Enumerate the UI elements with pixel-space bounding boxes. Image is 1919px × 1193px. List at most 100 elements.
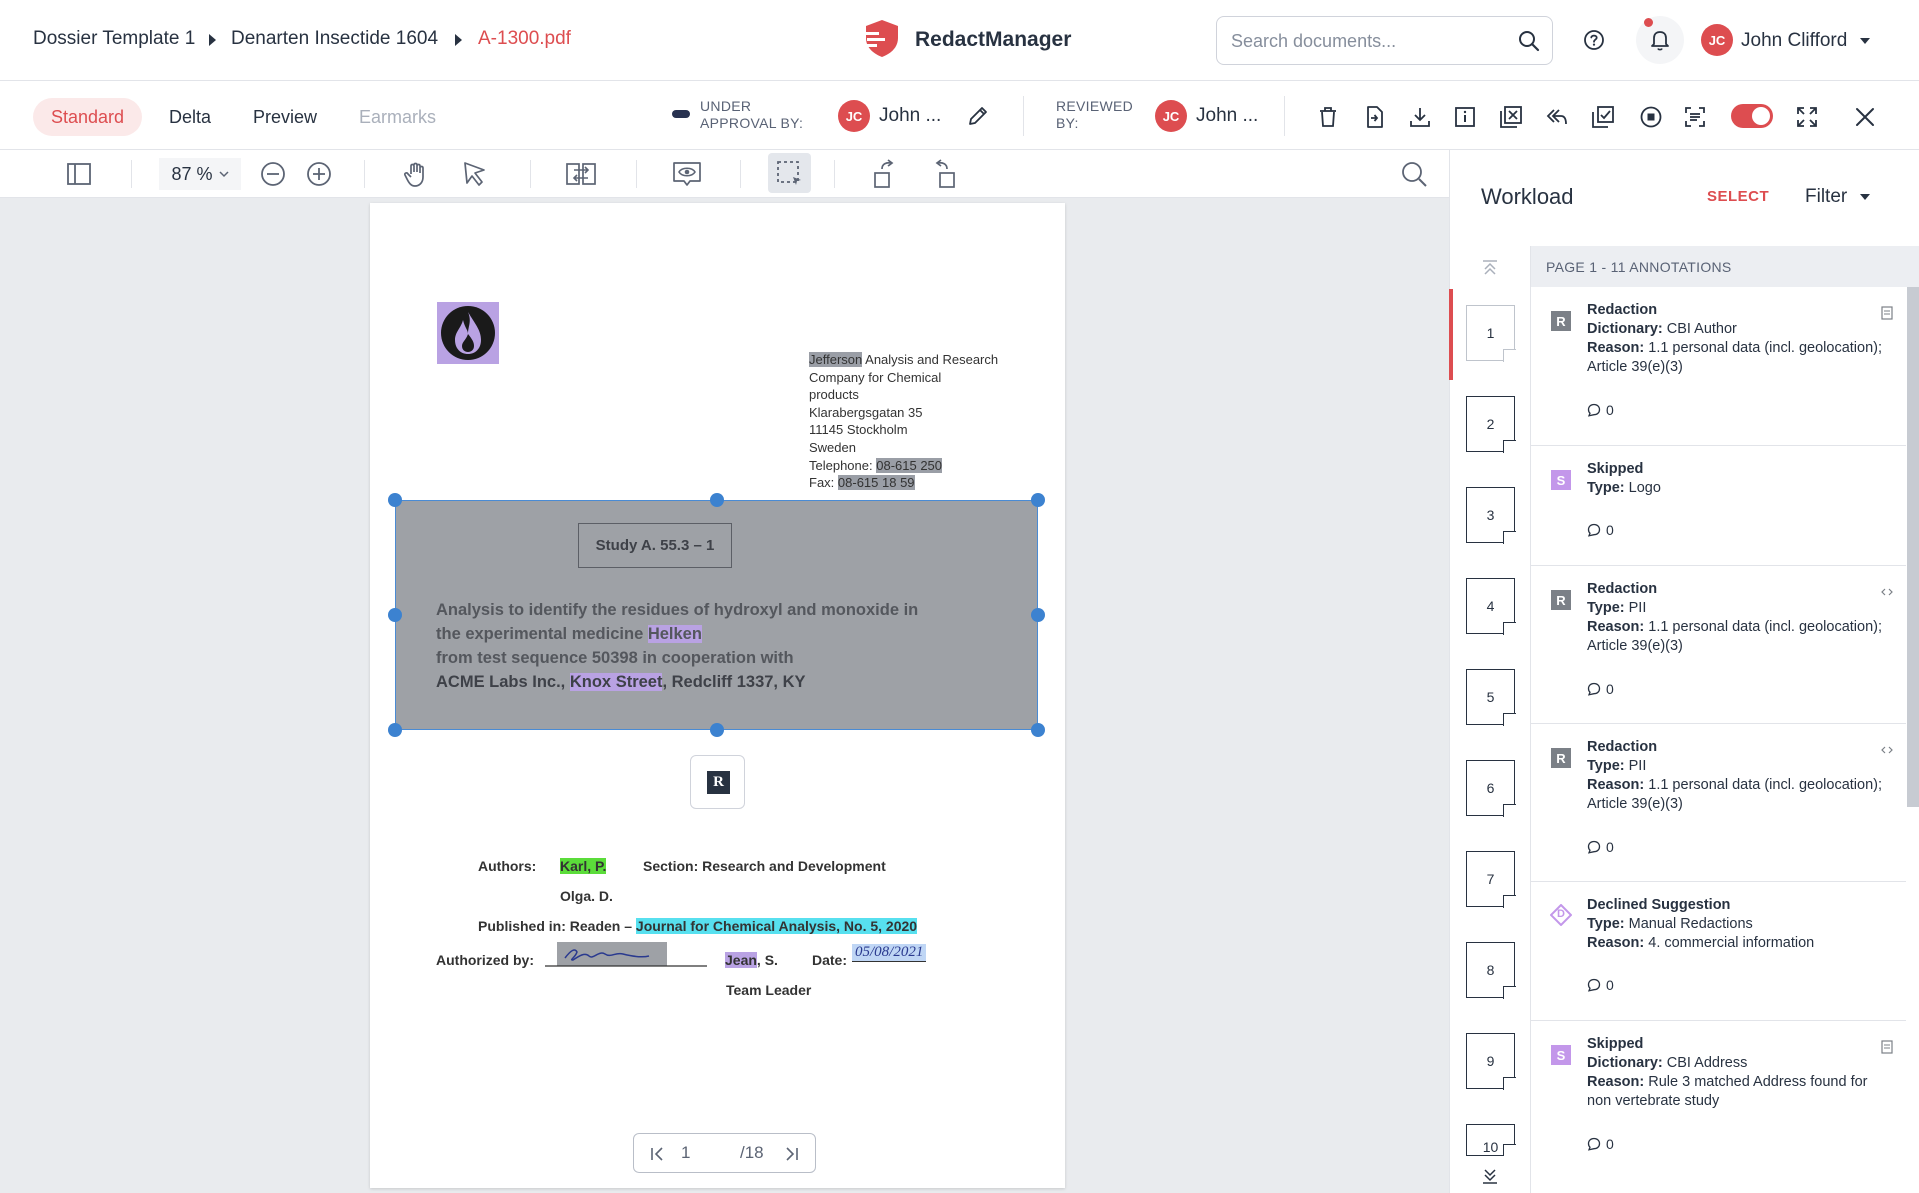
scroll-bottom-icon[interactable]	[1480, 1166, 1500, 1186]
user-menu-caret-icon[interactable]	[1860, 38, 1870, 44]
edit-pencil-icon[interactable]	[966, 104, 990, 128]
annotation-card[interactable]: R Redaction Dictionary: CBI Author Reaso…	[1531, 287, 1906, 446]
annotation-card[interactable]: R Redaction Type: PII Reason: 1.1 person…	[1531, 724, 1906, 882]
first-page-icon[interactable]	[650, 1146, 664, 1162]
info-icon[interactable]	[1452, 104, 1478, 130]
breadcrumb-dossier[interactable]: Denarten Insectide 1604	[231, 28, 438, 50]
download-icon[interactable]	[1407, 104, 1433, 130]
page-thumb-10[interactable]: 10	[1466, 1124, 1516, 1157]
approver-name[interactable]: John ...	[879, 105, 941, 127]
code-icon[interactable]	[1880, 743, 1894, 757]
breadcrumb-template[interactable]: Dossier Template 1	[33, 28, 195, 50]
page-thumb-8[interactable]: 8	[1466, 942, 1516, 999]
comment-count[interactable]: 0	[1587, 1136, 1614, 1152]
current-page-input[interactable]: 1	[681, 1143, 690, 1163]
comment-count[interactable]: 0	[1587, 681, 1614, 697]
undo-all-icon[interactable]	[1544, 104, 1570, 130]
annotation-card[interactable]: D Declined Suggestion Type: Manual Redac…	[1531, 882, 1906, 1021]
zoom-select[interactable]: 87 %	[159, 158, 241, 190]
notification-dot	[1644, 18, 1653, 27]
document-icon[interactable]	[1880, 1040, 1894, 1054]
reviewer-name[interactable]: John ...	[1196, 105, 1258, 127]
resize-handle[interactable]	[388, 723, 402, 737]
resize-handle[interactable]	[388, 608, 402, 622]
company-logo-image[interactable]	[437, 302, 499, 364]
compare-icon[interactable]	[1590, 104, 1616, 130]
notifications-button[interactable]	[1636, 16, 1684, 64]
comment-count[interactable]: 0	[1587, 839, 1614, 855]
document-icon[interactable]	[1880, 306, 1894, 320]
tab-delta[interactable]: Delta	[151, 98, 229, 136]
highlight-date[interactable]: 05/08/2021	[852, 944, 927, 962]
page-thumb-1[interactable]: 1	[1466, 305, 1516, 362]
page-thumb-7[interactable]: 7	[1466, 851, 1516, 908]
approver-avatar[interactable]: JC	[838, 100, 870, 132]
redacted-phone[interactable]: 08-615 250	[876, 457, 943, 473]
select-button[interactable]: SELECT	[1707, 188, 1769, 205]
redaction-toggle[interactable]	[1731, 104, 1773, 128]
redacted-fax[interactable]: 08-615 18 59	[837, 475, 915, 491]
stop-icon[interactable]	[1638, 104, 1664, 130]
annotation-text: Skipped Dictionary: CBI Address Reason: …	[1587, 1036, 1868, 1109]
highlight-journal[interactable]: Journal for Chemical Analysis, No. 5, 20…	[635, 918, 918, 934]
fullscreen-icon[interactable]	[1794, 104, 1820, 130]
scroll-top-icon[interactable]	[1480, 258, 1500, 278]
redaction-type-button[interactable]: R	[690, 755, 745, 809]
rectangle-select-tool[interactable]	[768, 153, 811, 193]
select-pointer-icon[interactable]	[459, 158, 491, 190]
redaction-r-badge: R	[707, 771, 730, 794]
comment-count[interactable]: 0	[1587, 522, 1614, 538]
tab-standard[interactable]: Standard	[33, 98, 143, 136]
resize-handle[interactable]	[388, 493, 402, 507]
tab-preview[interactable]: Preview	[235, 98, 335, 136]
close-icon[interactable]	[1852, 104, 1878, 130]
delete-icon[interactable]	[1315, 104, 1341, 130]
code-icon[interactable]	[1880, 585, 1894, 599]
comment-count[interactable]: 0	[1587, 977, 1614, 993]
redacted-street[interactable]: Knox Street	[569, 673, 663, 691]
redacted-signer[interactable]: Jean	[725, 952, 757, 968]
redacted-company-name[interactable]: Jefferson	[809, 352, 863, 367]
resize-handle[interactable]	[710, 723, 724, 737]
search-icon[interactable]	[1518, 30, 1540, 52]
toggle-sidebar-icon[interactable]	[63, 158, 95, 190]
reviewer-avatar[interactable]: JC	[1155, 100, 1187, 132]
page-thumb-2[interactable]: 2	[1466, 396, 1516, 453]
page-thumb-3[interactable]: 3	[1466, 487, 1516, 544]
pan-hand-icon[interactable]	[401, 158, 433, 190]
search-document-icon[interactable]	[1398, 158, 1430, 190]
page-thumb-9[interactable]: 9	[1466, 1033, 1516, 1090]
highlight-author-1[interactable]: Karl, P.	[560, 858, 607, 874]
exclude-pages-icon[interactable]	[1498, 104, 1524, 130]
zoom-out-icon[interactable]	[257, 158, 289, 190]
rotate-right-icon[interactable]	[929, 158, 961, 190]
ocr-scan-icon[interactable]	[1682, 104, 1708, 130]
resize-handle[interactable]	[710, 493, 724, 507]
last-page-icon[interactable]	[785, 1146, 799, 1162]
resize-handle[interactable]	[1031, 493, 1045, 507]
import-file-icon[interactable]	[1362, 104, 1388, 130]
resize-handle[interactable]	[1031, 723, 1045, 737]
user-name[interactable]: John Clifford	[1741, 30, 1847, 52]
resize-handle[interactable]	[1031, 608, 1045, 622]
redacted-medicine[interactable]: Helken	[647, 625, 702, 643]
rotate-left-icon[interactable]	[868, 158, 900, 190]
comment-count[interactable]: 0	[1587, 402, 1614, 418]
page-thumb-4[interactable]: 4	[1466, 578, 1516, 635]
help-icon[interactable]	[1583, 29, 1605, 51]
preview-eye-icon[interactable]	[671, 158, 703, 190]
toolbar-divider	[1284, 96, 1285, 136]
filter-button[interactable]: Filter	[1805, 186, 1847, 208]
filter-caret-icon[interactable]	[1860, 194, 1870, 200]
annotation-card[interactable]: S Skipped Dictionary: CBI Address Reason…	[1531, 1021, 1906, 1193]
page-thumb-6[interactable]: 6	[1466, 760, 1516, 817]
page-thumb-5[interactable]: 5	[1466, 669, 1516, 726]
search-input[interactable]	[1231, 29, 1511, 53]
compare-pages-icon[interactable]	[565, 158, 597, 190]
signature-image[interactable]	[545, 942, 707, 968]
user-avatar[interactable]: JC	[1701, 24, 1733, 56]
annotation-card[interactable]: R Redaction Type: PII Reason: 1.1 person…	[1531, 566, 1906, 724]
annotations-scrollbar[interactable]	[1907, 287, 1919, 807]
annotation-card[interactable]: S Skipped Type: Logo 0	[1531, 446, 1906, 566]
zoom-in-icon[interactable]	[303, 158, 335, 190]
